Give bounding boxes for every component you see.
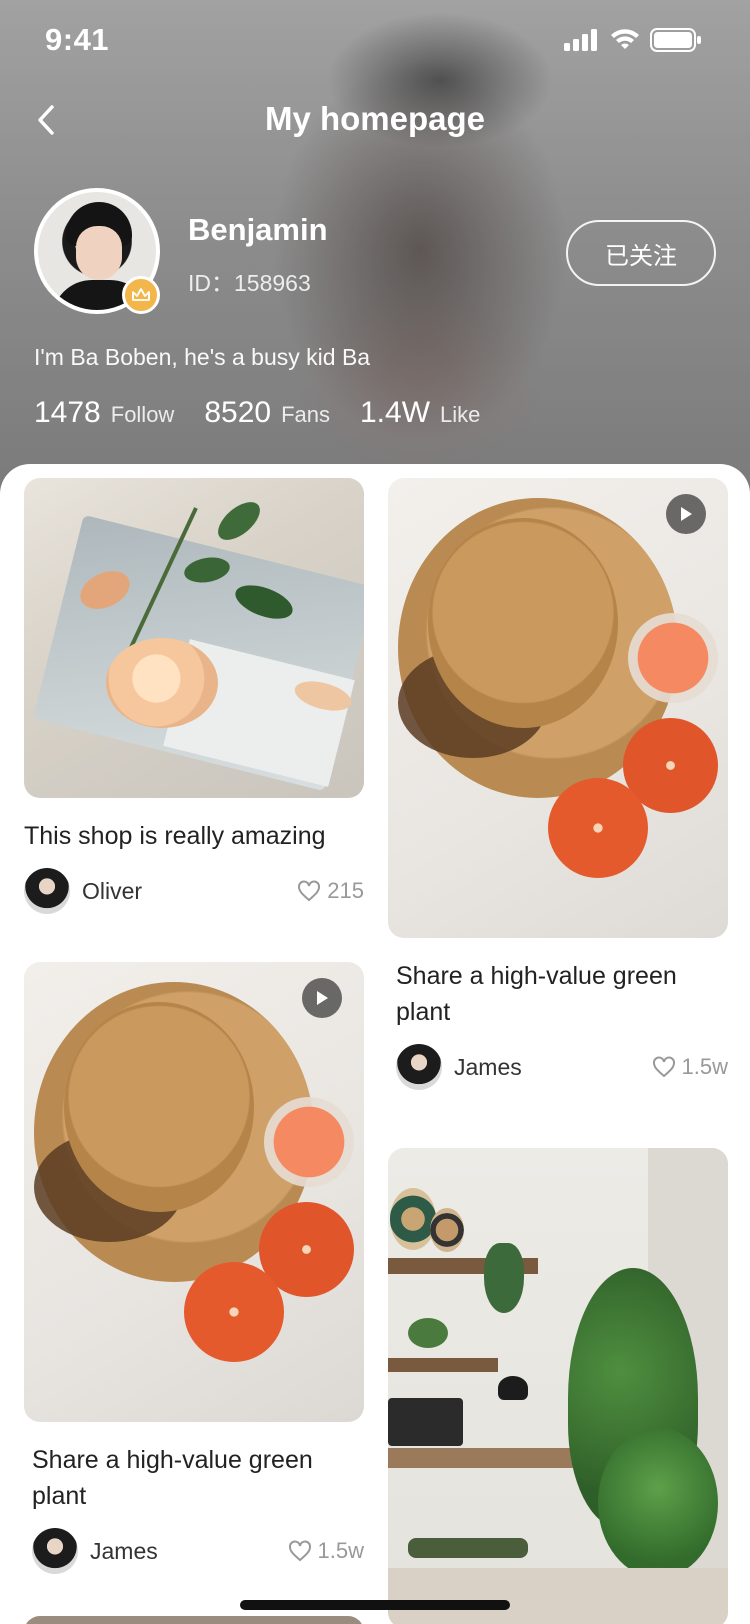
video-play-button[interactable] xyxy=(666,494,706,534)
post-card[interactable] xyxy=(388,1148,728,1624)
profile-header-background: 9:41 My homepage Benjamin ID：158963 已关注 … xyxy=(0,0,750,500)
user-id-label: ID： xyxy=(188,270,234,296)
crown-icon xyxy=(132,288,150,301)
image-leaf xyxy=(211,494,267,548)
post-feed: This shop is really amazing Oliver 215 S… xyxy=(0,464,750,1624)
author-avatar xyxy=(32,1528,78,1574)
post-author[interactable]: James xyxy=(32,1528,158,1574)
post-image[interactable] xyxy=(388,478,728,938)
play-icon xyxy=(681,507,692,521)
follow-button[interactable]: 已关注 xyxy=(566,220,716,286)
author-avatar xyxy=(24,868,70,914)
image-orange xyxy=(184,1262,284,1362)
vip-badge xyxy=(122,276,160,314)
user-name: Benjamin xyxy=(188,212,328,247)
status-icons xyxy=(564,28,702,52)
author-name: James xyxy=(454,1053,522,1080)
post-card[interactable]: Share a high-value green plant James 1.5… xyxy=(388,478,728,1090)
image-basket xyxy=(430,1208,464,1252)
stat-fans-label: Fans xyxy=(281,402,330,427)
like-count: 1.5w xyxy=(317,1538,364,1563)
battery-icon xyxy=(650,28,701,52)
image-glass xyxy=(628,613,718,703)
stat-follow-value: 1478 xyxy=(34,396,101,429)
stat-like[interactable]: 1.4W Like xyxy=(360,396,480,430)
like-button[interactable]: 215 xyxy=(297,878,364,904)
post-image[interactable] xyxy=(24,962,364,1422)
image-chair xyxy=(408,1538,528,1558)
post-title[interactable]: Share a high-value green plant xyxy=(388,958,728,1030)
navigation-bar: My homepage xyxy=(0,92,750,152)
profile-stats: 1478 Follow 8520 Fans 1.4W Like xyxy=(34,396,510,430)
image-floor xyxy=(388,1568,728,1624)
image-rose xyxy=(106,638,218,728)
image-desk xyxy=(388,1448,588,1468)
image-plant xyxy=(598,1428,718,1578)
status-bar: 9:41 xyxy=(0,0,750,80)
post-card[interactable]: This shop is really amazing Oliver 215 xyxy=(24,478,364,914)
post-meta: James 1.5w xyxy=(388,1044,728,1090)
wifi-icon xyxy=(611,29,639,49)
signal-icon xyxy=(564,29,597,51)
heart-icon xyxy=(652,1056,675,1078)
stat-like-value: 1.4W xyxy=(360,396,431,429)
image-shelf xyxy=(388,1358,498,1372)
post-card[interactable]: Share a high-value green plant James 1.5… xyxy=(24,962,364,1574)
author-avatar xyxy=(396,1044,442,1090)
image-hanging-plant xyxy=(484,1243,524,1313)
status-time: 9:41 xyxy=(45,22,110,57)
user-id: ID：158963 xyxy=(188,264,311,298)
image-basket xyxy=(390,1188,436,1250)
post-author[interactable]: Oliver xyxy=(24,868,142,914)
heart-icon xyxy=(298,880,321,902)
post-meta: Oliver 215 xyxy=(24,868,364,914)
stat-follow-label: Follow xyxy=(110,402,175,427)
author-name: James xyxy=(90,1537,158,1564)
image-hat-crown xyxy=(64,1002,254,1212)
heart-icon xyxy=(288,1540,311,1562)
video-play-button[interactable] xyxy=(302,978,342,1018)
image-laptop xyxy=(388,1398,463,1446)
profile-summary: Benjamin ID：158963 已关注 I'm Ba Boben, he'… xyxy=(0,188,750,438)
image-glass xyxy=(264,1097,354,1187)
author-name: Oliver xyxy=(82,877,143,904)
like-count: 215 xyxy=(327,878,364,903)
post-title[interactable]: Share a high-value green plant xyxy=(24,1442,364,1514)
play-icon xyxy=(317,991,328,1005)
post-image[interactable] xyxy=(24,478,364,798)
image-pot-plant xyxy=(408,1318,448,1348)
post-title[interactable]: This shop is really amazing xyxy=(24,818,364,854)
post-card-partial[interactable] xyxy=(24,1616,364,1624)
post-image[interactable] xyxy=(388,1148,728,1624)
stat-fans[interactable]: 8520 Fans xyxy=(204,396,330,430)
like-button[interactable]: 1.5w xyxy=(652,1054,728,1080)
like-button[interactable]: 1.5w xyxy=(288,1538,364,1564)
post-author[interactable]: James xyxy=(396,1044,522,1090)
post-meta: James 1.5w xyxy=(24,1528,364,1574)
page-title: My homepage xyxy=(264,100,486,137)
stat-fans-value: 8520 xyxy=(204,396,272,429)
image-orange xyxy=(548,778,648,878)
user-bio: I'm Ba Boben, he's a busy kid Ba xyxy=(34,344,371,370)
stat-follow[interactable]: 1478 Follow xyxy=(34,396,174,430)
home-indicator xyxy=(240,1600,510,1610)
stat-like-label: Like xyxy=(440,402,481,427)
like-count: 1.5w xyxy=(681,1054,728,1079)
image-lamp xyxy=(498,1376,528,1400)
image-hat-crown xyxy=(428,518,618,728)
user-id-value: 158963 xyxy=(234,270,311,296)
avatar-face xyxy=(76,226,122,280)
